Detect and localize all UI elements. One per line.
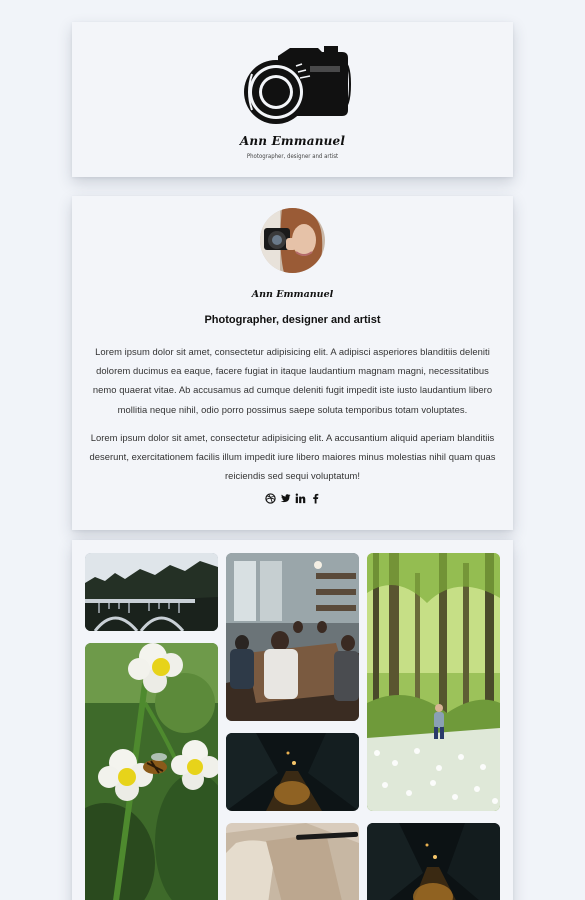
linkedin-icon[interactable]: [295, 493, 306, 504]
gallery-photo-night-alley-2[interactable]: [367, 823, 500, 900]
facebook-icon[interactable]: [310, 493, 321, 504]
header-name: Ann Emmanuel: [239, 134, 346, 148]
profile-card: Ann Emmanuel Photographer, designer and …: [72, 196, 513, 530]
bio-paragraph: Lorem ipsum dolor sit amet, consectetur …: [92, 346, 493, 415]
header-tagline: Photographer, designer and artist: [246, 153, 339, 160]
profile-name: Ann Emmanuel: [251, 289, 334, 300]
gallery-photo-flowers[interactable]: [85, 643, 218, 900]
bio-paragraph: Lorem ipsum dolor sit amet, consectetur …: [89, 432, 496, 482]
dribbble-icon[interactable]: [264, 493, 276, 504]
avatar: [260, 208, 325, 273]
twitter-icon[interactable]: [280, 493, 291, 504]
social-links: [72, 493, 513, 504]
gallery-photo-meeting[interactable]: [226, 553, 359, 721]
gallery-photo-bridge[interactable]: [85, 553, 218, 631]
header-card: Ann Emmanuel Photographer, designer and …: [72, 22, 513, 177]
gallery-photo-paper[interactable]: [226, 823, 359, 900]
gallery-photo-night-alley[interactable]: [226, 733, 359, 811]
camera-icon: [238, 44, 353, 126]
gallery-card: [72, 540, 513, 900]
gallery-photo-forest[interactable]: [367, 553, 500, 811]
profile-role: Photographer, designer and artist: [204, 314, 381, 326]
